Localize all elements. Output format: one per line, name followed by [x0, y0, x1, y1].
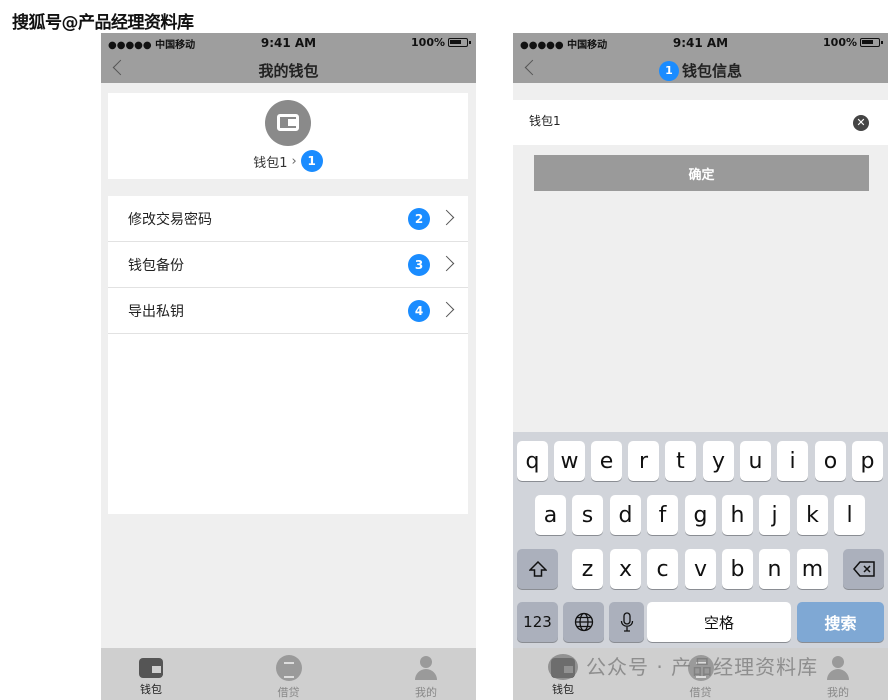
menu-list: 修改交易密码 2 钱包备份 3 导出私钥 4 — [108, 196, 468, 514]
confirm-button[interactable]: 确定 — [534, 155, 869, 191]
key-r[interactable]: r — [628, 441, 659, 481]
menu-item-label: 修改交易密码 — [128, 211, 212, 228]
key-n[interactable]: n — [759, 549, 790, 589]
phone-my-wallet: ●●●●● 中国移动 9:41 AM 100% 我的钱包 钱包1 › 1 修改交… — [101, 33, 476, 700]
tab-bar: 钱包 借贷 我的 — [101, 648, 476, 700]
key-v[interactable]: v — [685, 549, 716, 589]
tab-loan[interactable]: 借贷 — [269, 648, 309, 700]
watermark-top: 搜狐号@产品经理资料库 — [12, 13, 194, 33]
key-j[interactable]: j — [759, 495, 790, 535]
wallet-name-row[interactable]: 钱包1 › 1 — [108, 150, 468, 172]
key-y[interactable]: y — [703, 441, 734, 481]
page-title: 钱包信息 — [681, 62, 742, 80]
battery-icon — [448, 38, 471, 47]
wallet-avatar-icon — [265, 100, 311, 146]
battery-icon — [860, 38, 883, 47]
watermark-bottom: 公众号 · 产品经理资料库 — [586, 655, 819, 679]
key-t[interactable]: t — [665, 441, 696, 481]
shift-icon — [528, 561, 547, 577]
microphone-key[interactable] — [609, 602, 644, 642]
tab-mine[interactable]: 我的 — [818, 648, 858, 700]
key-c[interactable]: c — [647, 549, 678, 589]
key-d[interactable]: d — [610, 495, 641, 535]
globe-key[interactable] — [563, 602, 604, 642]
key-u[interactable]: u — [740, 441, 771, 481]
key-o[interactable]: o — [815, 441, 846, 481]
key-k[interactable]: k — [797, 495, 828, 535]
annotation-badge: 4 — [408, 300, 430, 322]
battery-indicator: 100% — [411, 36, 471, 49]
wallet-icon — [139, 658, 163, 678]
wallet-name: 钱包1 — [253, 155, 288, 171]
chevron-right-icon: › — [291, 153, 297, 169]
menu-item-export-key[interactable]: 导出私钥 4 — [108, 288, 468, 334]
numbers-key[interactable]: 123 — [517, 602, 558, 642]
key-e[interactable]: e — [591, 441, 622, 481]
tab-wallet[interactable]: 钱包 — [131, 648, 171, 700]
backspace-icon — [852, 561, 875, 577]
key-s[interactable]: s — [572, 495, 603, 535]
chevron-right-icon — [438, 301, 455, 318]
key-a[interactable]: a — [535, 495, 566, 535]
user-icon — [413, 655, 439, 681]
annotation-badge: 1 — [658, 60, 679, 81]
key-z[interactable]: z — [572, 549, 603, 589]
menu-item-wallet-backup[interactable]: 钱包备份 3 — [108, 242, 468, 288]
key-i[interactable]: i — [777, 441, 808, 481]
key-b[interactable]: b — [722, 549, 753, 589]
nav-bar: 1 钱包信息 — [513, 53, 888, 83]
space-key[interactable]: 空格 — [647, 602, 791, 642]
chevron-right-icon — [438, 255, 455, 272]
keyboard: q w e r t y u i o p a s d f g h j k l z … — [513, 432, 888, 648]
delete-key[interactable] — [843, 549, 884, 589]
key-p[interactable]: p — [852, 441, 883, 481]
wechat-icon — [548, 654, 578, 680]
search-key[interactable]: 搜索 — [797, 602, 884, 642]
wallet-name-input[interactable] — [529, 113, 829, 127]
annotation-badge: 1 — [300, 150, 323, 172]
key-h[interactable]: h — [722, 495, 753, 535]
phone-wallet-info: ●●●●● 中国移动 9:41 AM 100% 1 钱包信息 ✕ 确定 q w … — [513, 33, 888, 700]
shift-key[interactable] — [517, 549, 558, 589]
chevron-right-icon — [438, 209, 455, 226]
clear-icon[interactable]: ✕ — [853, 115, 869, 131]
nav-bar: 我的钱包 — [101, 53, 476, 83]
user-icon — [825, 655, 851, 681]
key-w[interactable]: w — [554, 441, 585, 481]
menu-item-label: 钱包备份 — [128, 257, 184, 274]
tab-mine[interactable]: 我的 — [406, 648, 446, 700]
wallet-header-card[interactable]: 钱包1 › 1 — [108, 93, 468, 179]
status-bar: ●●●●● 中国移动 9:41 AM 100% — [101, 33, 476, 53]
annotation-badge: 2 — [408, 208, 430, 230]
page-title: 我的钱包 — [258, 62, 319, 80]
key-l[interactable]: l — [834, 495, 865, 535]
menu-item-change-password[interactable]: 修改交易密码 2 — [108, 196, 468, 242]
annotation-badge: 3 — [408, 254, 430, 276]
coin-icon — [275, 655, 302, 681]
key-m[interactable]: m — [797, 549, 828, 589]
key-q[interactable]: q — [517, 441, 548, 481]
status-bar: ●●●●● 中国移动 9:41 AM 100% — [513, 33, 888, 53]
battery-indicator: 100% — [823, 36, 883, 49]
key-x[interactable]: x — [610, 549, 641, 589]
menu-item-label: 导出私钥 — [128, 303, 184, 320]
microphone-icon — [620, 612, 633, 632]
wallet-name-input-row: ✕ — [513, 100, 888, 145]
key-f[interactable]: f — [647, 495, 678, 535]
key-g[interactable]: g — [685, 495, 716, 535]
globe-icon — [574, 612, 593, 632]
